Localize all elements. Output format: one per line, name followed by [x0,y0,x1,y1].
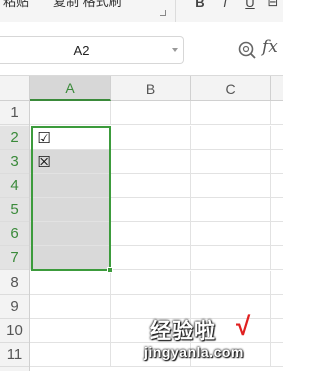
cell-a3[interactable]: ☒ [30,150,111,174]
row-header-8[interactable]: 8 [0,271,29,295]
checked-box-icon: ☑ [37,128,51,147]
column-header-b[interactable]: B [111,76,191,101]
row-header-6[interactable]: 6 [0,222,29,246]
row-header-10[interactable]: 10 [0,319,29,343]
magnifier-icon[interactable] [236,39,258,61]
cell-c3[interactable] [191,150,271,174]
row-header-column: 1 2 3 4 5 6 7 8 9 10 11 [0,101,30,371]
cell-b7[interactable] [111,246,191,270]
row-header-2[interactable]: 2 [0,126,29,150]
cell-c1[interactable] [191,101,271,125]
cell-b3[interactable] [111,150,191,174]
cell-a5[interactable] [30,198,111,222]
name-box[interactable]: A2 [0,36,184,64]
formula-bar: A2 fx [0,22,283,74]
cell-a8[interactable] [30,271,111,295]
cell-a7[interactable] [30,246,111,270]
cell-d7[interactable] [271,246,283,270]
italic-icon[interactable]: I [218,0,232,10]
bold-icon[interactable]: B [193,0,207,10]
cell-c6[interactable] [191,222,271,246]
cell-b4[interactable] [111,174,191,198]
fx-icon[interactable]: fx [262,37,278,57]
row-header-11[interactable]: 11 [0,343,29,367]
column-header-c[interactable]: C [191,76,271,101]
row-header-4[interactable]: 4 [0,174,29,198]
cell-b2[interactable] [111,126,191,150]
cell-d3[interactable] [271,150,283,174]
row-header-1[interactable]: 1 [0,101,29,125]
cell-a4[interactable] [30,174,111,198]
cell-d8[interactable] [271,271,283,295]
name-box-value[interactable]: A2 [0,43,163,58]
cell-d6[interactable] [271,222,283,246]
watermark-title: 经验啦 [150,320,216,343]
column-header-a[interactable]: A [30,76,111,101]
clipboard-dialog-launcher[interactable] [160,10,166,16]
checkmark-icon: √ [236,311,251,341]
crossed-box-icon: ☒ [37,152,51,171]
cell-c8[interactable] [191,271,271,295]
row-header-7[interactable]: 7 [0,246,29,270]
cell-c5[interactable] [191,198,271,222]
cell-b6[interactable] [111,222,191,246]
cell-b5[interactable] [111,198,191,222]
underline-icon[interactable]: U [243,0,257,10]
row-header-5[interactable]: 5 [0,198,29,222]
chevron-down-icon[interactable] [172,48,178,52]
cell-c7[interactable] [191,246,271,270]
cell-d1[interactable] [271,101,283,125]
fill-handle[interactable] [107,267,113,273]
cell-d4[interactable] [271,174,283,198]
cell-c2[interactable] [191,126,271,150]
cell-c4[interactable] [191,174,271,198]
paste-button[interactable]: 粘贴 [3,0,29,10]
cell-b8[interactable] [111,271,191,295]
cell-a6[interactable] [30,222,111,246]
toolbar-divider [175,0,176,22]
watermark: 经验啦 √ jingyanla.com [142,311,283,371]
watermark-url: jingyanla.com [144,344,244,360]
ribbon-toolbar: 粘贴 复制 格式刷 B I U ⊟ [0,0,283,22]
cell-a10[interactable] [30,319,111,343]
cell-a11[interactable] [30,343,111,367]
cell-a9[interactable] [30,295,111,319]
cell-a1[interactable] [30,101,111,125]
cell-d2[interactable] [271,126,283,150]
cell-d5[interactable] [271,198,283,222]
cell-b1[interactable] [111,101,191,125]
cell-a2[interactable]: ☑ [30,126,111,150]
row-header-3[interactable]: 3 [0,150,29,174]
select-all-corner[interactable] [0,76,30,101]
format-painter-button[interactable]: 复制 格式刷 [53,0,122,10]
more-format-icon[interactable]: ⊟ [266,0,280,9]
row-header-9[interactable]: 9 [0,295,29,319]
column-header-row: A B C [0,75,283,101]
